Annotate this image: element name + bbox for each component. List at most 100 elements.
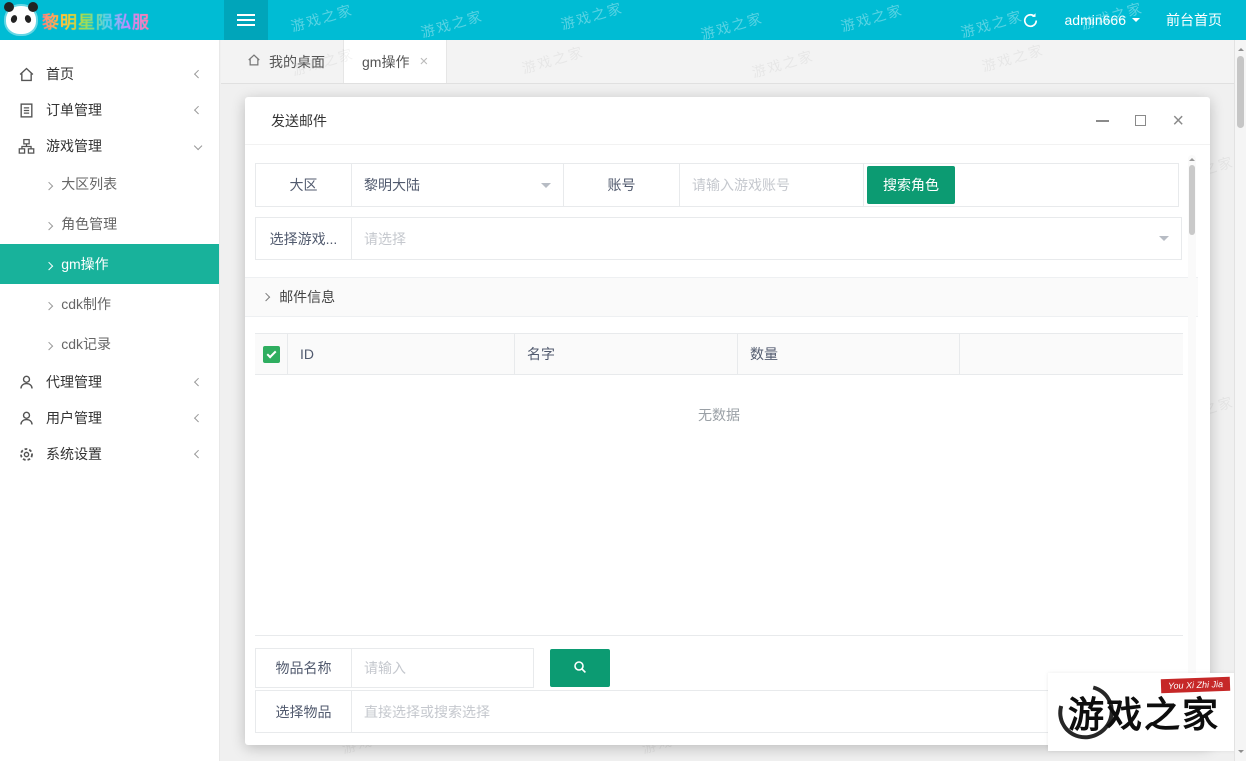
account-label: 账号 xyxy=(563,163,680,207)
sidebar-item-label: 订单管理 xyxy=(46,100,195,120)
sidebar-subitem-region-list[interactable]: 大区列表 xyxy=(0,164,219,204)
dialog-window-controls: × xyxy=(1096,111,1184,131)
mail-info-section-toggle[interactable]: 邮件信息 xyxy=(245,277,1198,317)
sidebar-item-users[interactable]: 用户管理 xyxy=(0,400,219,436)
chevron-right-icon xyxy=(46,256,52,272)
corner-watermark-logo: 游戏之家 You Xi Zhi Jia xyxy=(1048,673,1240,751)
frontend-home-link[interactable]: 前台首页 xyxy=(1166,10,1222,30)
username: admin666 xyxy=(1065,12,1127,28)
chevron-down-icon xyxy=(541,183,551,193)
scrollbar-thumb[interactable] xyxy=(1237,56,1244,128)
maximize-icon[interactable] xyxy=(1135,115,1146,126)
user-icon xyxy=(18,410,35,427)
region-select-value: 黎明大陆 xyxy=(364,175,420,195)
select-item-label: 选择物品 xyxy=(255,690,352,733)
close-icon[interactable]: × xyxy=(419,53,428,70)
column-header-empty xyxy=(960,334,1183,374)
tab-label: gm操作 xyxy=(362,52,409,72)
chevron-left-icon xyxy=(194,106,203,115)
sidebar-item-agents[interactable]: 代理管理 xyxy=(0,364,219,400)
panda-logo-icon xyxy=(6,6,36,34)
tab-gm-operation[interactable]: gm操作 × xyxy=(343,40,447,83)
sidebar-subitem-role-management[interactable]: 角色管理 xyxy=(0,204,219,244)
scrollbar-thumb[interactable] xyxy=(1189,165,1195,235)
sidebar-subitem-label: 角色管理 xyxy=(61,214,117,234)
sidebar-item-label: 代理管理 xyxy=(46,372,195,392)
sidebar-subitem-gm-operation[interactable]: gm操作 xyxy=(0,244,219,284)
home-icon xyxy=(247,53,261,70)
scroll-down-icon[interactable] xyxy=(1238,750,1244,756)
refresh-icon[interactable] xyxy=(1022,12,1039,29)
select-game-label: 选择游戏... xyxy=(255,217,352,260)
sidebar-item-games[interactable]: 游戏管理 xyxy=(0,128,219,164)
item-name-input-cell xyxy=(351,648,534,688)
chevron-down-icon xyxy=(194,142,203,151)
sidebar-subitem-label: 大区列表 xyxy=(61,174,117,194)
topbar: 游戏之家 游戏之家 游戏之家 游戏之家 游戏之家 游戏之家 游戏之家 黎明星陨私… xyxy=(0,0,1246,40)
app-logo: 黎明星陨私服 xyxy=(6,0,150,40)
home-icon xyxy=(18,66,35,83)
dialog-scrollbar[interactable] xyxy=(1188,155,1196,737)
sidebar-item-home[interactable]: 首页 xyxy=(0,56,219,92)
search-form-row: 大区 黎明大陆 账号 搜索角色 xyxy=(255,163,1179,207)
table-header: ID 名字 数量 xyxy=(255,333,1183,375)
minimize-icon[interactable] xyxy=(1096,120,1109,122)
corner-logo-subtitle: You Xi Zhi Jia xyxy=(1161,677,1230,693)
select-all-checkbox[interactable] xyxy=(263,346,280,363)
user-menu[interactable]: admin666 xyxy=(1065,12,1141,28)
sidebar-subitem-cdk-create[interactable]: cdk制作 xyxy=(0,284,219,324)
search-icon xyxy=(572,659,588,678)
account-input[interactable] xyxy=(680,164,863,206)
chevron-right-icon xyxy=(46,296,52,312)
sidebar-item-label: 游戏管理 xyxy=(46,136,195,156)
chevron-left-icon xyxy=(194,70,203,79)
scroll-up-icon[interactable] xyxy=(1189,155,1195,161)
gear-icon xyxy=(18,446,35,463)
table-bottom-border xyxy=(255,635,1183,636)
chevron-right-icon xyxy=(46,216,52,232)
logo-text: 黎明星陨私服 xyxy=(42,8,150,33)
chevron-left-icon xyxy=(194,450,203,459)
content-area: 游戏之家 游戏之家 游戏之家 游戏之家 游戏之家 游戏之家 游戏之家 游戏之家 … xyxy=(221,40,1234,761)
app: 游戏之家 游戏之家 游戏之家 游戏之家 游戏之家 游戏之家 游戏之家 黎明星陨私… xyxy=(0,0,1246,761)
hamburger-menu-icon[interactable] xyxy=(224,0,268,40)
agent-icon xyxy=(18,374,35,391)
sidebar-subitem-cdk-records[interactable]: cdk记录 xyxy=(0,324,219,364)
send-mail-dialog: 发送邮件 × 大区 黎明大陆 账号 搜索角色 xyxy=(245,97,1210,745)
sidebar-subitem-label: cdk制作 xyxy=(61,294,111,314)
topbar-right: admin666 前台首页 xyxy=(1022,0,1223,40)
select-item-row: 选择物品 直接选择或搜索选择 xyxy=(255,690,1182,733)
item-name-input[interactable] xyxy=(352,649,533,687)
tab-bar: 我的桌面 gm操作 × xyxy=(221,40,1234,84)
search-button-cell: 搜索角色 xyxy=(863,163,1179,207)
select-item-placeholder: 直接选择或搜索选择 xyxy=(364,702,490,722)
tab-my-desktop[interactable]: 我的桌面 xyxy=(229,40,343,83)
item-name-row: 物品名称 xyxy=(255,648,534,688)
game-select-placeholder: 请选择 xyxy=(364,229,406,249)
sidebar-subitem-label: cdk记录 xyxy=(61,334,111,354)
sidebar: 首页 订单管理 游戏管理 大区列表 角色管理 gm操作 cdk制作 xyxy=(0,40,220,761)
item-name-label: 物品名称 xyxy=(255,648,352,688)
empty-table-text: 无数据 xyxy=(255,405,1183,425)
sidebar-item-label: 首页 xyxy=(46,64,195,84)
sidebar-item-label: 系统设置 xyxy=(46,444,195,464)
search-role-button[interactable]: 搜索角色 xyxy=(867,166,955,204)
dialog-title: 发送邮件 xyxy=(271,111,327,131)
sidebar-item-settings[interactable]: 系统设置 xyxy=(0,436,219,472)
sidebar-subitem-label: gm操作 xyxy=(61,254,108,274)
column-header-name: 名字 xyxy=(515,334,738,374)
chevron-down-icon xyxy=(1159,236,1169,246)
section-title: 邮件信息 xyxy=(279,287,335,307)
scroll-up-icon[interactable] xyxy=(1238,45,1244,51)
region-select[interactable]: 黎明大陆 xyxy=(351,163,564,207)
chevron-left-icon xyxy=(194,414,203,423)
page-scrollbar[interactable] xyxy=(1234,40,1246,761)
tab-label: 我的桌面 xyxy=(269,52,325,72)
dialog-header: 发送邮件 × xyxy=(245,97,1210,145)
column-header-id: ID xyxy=(288,334,515,374)
close-icon[interactable]: × xyxy=(1172,111,1184,131)
sidebar-item-orders[interactable]: 订单管理 xyxy=(0,92,219,128)
search-item-button[interactable] xyxy=(550,649,610,687)
game-select[interactable]: 请选择 xyxy=(351,217,1182,260)
account-input-cell xyxy=(679,163,864,207)
